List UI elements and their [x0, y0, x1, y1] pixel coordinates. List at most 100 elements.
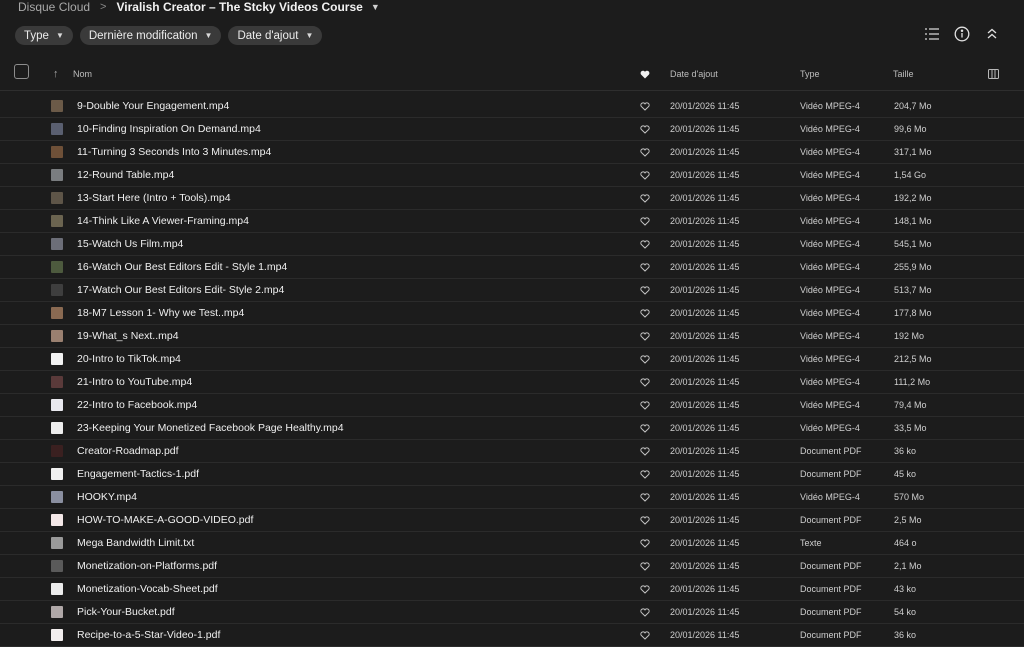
file-date-added: 20/01/2026 11:45: [670, 607, 740, 617]
file-row[interactable]: Pick-Your-Bucket.pdf 20/01/2026 11:45 Docu…: [0, 601, 1024, 624]
heart-icon[interactable]: [640, 210, 650, 232]
breadcrumb-current[interactable]: Viralish Creator – The Stcky Videos Cour…: [116, 0, 362, 14]
heart-icon[interactable]: [640, 486, 650, 508]
file-row[interactable]: 14-Think Like A Viewer-Framing.mp4 20/01/…: [0, 210, 1024, 233]
filter-label: Dernière modification: [88, 29, 198, 42]
file-row[interactable]: 10-Finding Inspiration On Demand.mp4 20/0…: [0, 118, 1024, 141]
info-icon[interactable]: [954, 26, 970, 42]
file-row[interactable]: 18-M7 Lesson 1- Why we Test..mp4 20/01/20…: [0, 302, 1024, 325]
heart-icon[interactable]: [640, 256, 650, 278]
favorite-header-icon[interactable]: [640, 62, 650, 86]
file-row[interactable]: 19-What_s Next..mp4 20/01/2026 11:45 Vidéo…: [0, 325, 1024, 348]
file-name[interactable]: Recipe-to-a-5-Star-Video-1.pdf: [77, 624, 220, 646]
heart-icon[interactable]: [640, 118, 650, 140]
file-date-added: 20/01/2026 11:45: [670, 124, 740, 134]
file-thumbnail: [51, 422, 63, 434]
file-name[interactable]: 12-Round Table.mp4: [77, 164, 174, 186]
filter-type[interactable]: Type ▼: [15, 26, 73, 45]
file-thumbnail: [51, 169, 63, 181]
file-size: 79,4 Mo: [894, 400, 927, 410]
select-all-checkbox[interactable]: [14, 64, 29, 79]
file-row[interactable]: Recipe-to-a-5-Star-Video-1.pdf 20/01/2026…: [0, 624, 1024, 647]
sort-ascending-icon[interactable]: ↑: [53, 62, 59, 86]
file-row[interactable]: HOW-TO-MAKE-A-GOOD-VIDEO.pdf 20/01/2026 1…: [0, 509, 1024, 532]
heart-icon[interactable]: [640, 348, 650, 370]
file-name[interactable]: Engagement-Tactics-1.pdf: [77, 463, 199, 485]
file-name[interactable]: 17-Watch Our Best Editors Edit- Style 2.…: [77, 279, 284, 301]
column-header-type[interactable]: Type: [800, 62, 820, 86]
column-header-size[interactable]: Taille: [893, 62, 914, 86]
file-name[interactable]: 10-Finding Inspiration On Demand.mp4: [77, 118, 261, 140]
column-header-date[interactable]: Date d'ajout: [670, 62, 718, 86]
file-thumbnail: [51, 238, 63, 250]
file-name[interactable]: 16-Watch Our Best Editors Edit - Style 1…: [77, 256, 287, 278]
heart-icon[interactable]: [640, 371, 650, 393]
file-type: Vidéo MPEG-4: [800, 400, 860, 410]
file-row[interactable]: Monetization-Vocab-Sheet.pdf 20/01/2026 1…: [0, 578, 1024, 601]
file-name[interactable]: HOW-TO-MAKE-A-GOOD-VIDEO.pdf: [77, 509, 253, 531]
file-name[interactable]: 11-Turning 3 Seconds Into 3 Minutes.mp4: [77, 141, 271, 163]
heart-icon[interactable]: [640, 325, 650, 347]
file-name[interactable]: Pick-Your-Bucket.pdf: [77, 601, 175, 623]
heart-icon[interactable]: [640, 95, 650, 117]
file-name[interactable]: 13-Start Here (Intro + Tools).mp4: [77, 187, 231, 209]
heart-icon[interactable]: [640, 463, 650, 485]
file-row[interactable]: Engagement-Tactics-1.pdf 20/01/2026 11:45…: [0, 463, 1024, 486]
file-name[interactable]: 20-Intro to TikTok.mp4: [77, 348, 181, 370]
file-row[interactable]: 22-Intro to Facebook.mp4 20/01/2026 11:45…: [0, 394, 1024, 417]
file-name[interactable]: Mega Bandwidth Limit.txt: [77, 532, 194, 554]
file-name[interactable]: 14-Think Like A Viewer-Framing.mp4: [77, 210, 249, 232]
heart-icon[interactable]: [640, 578, 650, 600]
heart-icon[interactable]: [640, 233, 650, 255]
file-name[interactable]: 23-Keeping Your Monetized Facebook Page …: [77, 417, 344, 439]
columns-settings-icon[interactable]: [988, 62, 999, 86]
file-name[interactable]: Creator-Roadmap.pdf: [77, 440, 179, 462]
heart-icon[interactable]: [640, 555, 650, 577]
heart-icon[interactable]: [640, 532, 650, 554]
file-name[interactable]: 18-M7 Lesson 1- Why we Test..mp4: [77, 302, 244, 324]
file-thumbnail: [51, 468, 63, 480]
file-row[interactable]: 15-Watch Us Film.mp4 20/01/2026 11:45 Vidé…: [0, 233, 1024, 256]
file-row[interactable]: 11-Turning 3 Seconds Into 3 Minutes.mp4 2…: [0, 141, 1024, 164]
file-type: Vidéo MPEG-4: [800, 124, 860, 134]
heart-icon[interactable]: [640, 187, 650, 209]
heart-icon[interactable]: [640, 624, 650, 646]
file-row[interactable]: HOOKY.mp4 20/01/2026 11:45 Vidéo MPEG-4 570…: [0, 486, 1024, 509]
heart-icon[interactable]: [640, 279, 650, 301]
filter-date-added[interactable]: Date d'ajout ▼: [228, 26, 323, 45]
file-name[interactable]: 21-Intro to YouTube.mp4: [77, 371, 192, 393]
heart-icon[interactable]: [640, 440, 650, 462]
heart-icon[interactable]: [640, 601, 650, 623]
file-thumbnail: [51, 215, 63, 227]
file-name[interactable]: Monetization-Vocab-Sheet.pdf: [77, 578, 218, 600]
file-row[interactable]: 16-Watch Our Best Editors Edit - Style 1…: [0, 256, 1024, 279]
filter-last-modified[interactable]: Dernière modification ▼: [79, 26, 222, 45]
heart-icon[interactable]: [640, 141, 650, 163]
breadcrumb-root[interactable]: Disque Cloud: [18, 0, 90, 14]
file-name[interactable]: 22-Intro to Facebook.mp4: [77, 394, 197, 416]
file-row[interactable]: 17-Watch Our Best Editors Edit- Style 2.…: [0, 279, 1024, 302]
heart-icon[interactable]: [640, 394, 650, 416]
file-row[interactable]: Monetization-on-Platforms.pdf 20/01/2026 …: [0, 555, 1024, 578]
file-name[interactable]: HOOKY.mp4: [77, 486, 137, 508]
file-row[interactable]: 12-Round Table.mp4 20/01/2026 11:45 Vidéo …: [0, 164, 1024, 187]
file-name[interactable]: Monetization-on-Platforms.pdf: [77, 555, 217, 577]
file-name[interactable]: 19-What_s Next..mp4: [77, 325, 179, 347]
column-header-name[interactable]: Nom: [73, 62, 92, 86]
file-name[interactable]: 9-Double Your Engagement.mp4: [77, 95, 229, 117]
chevron-down-icon[interactable]: ▼: [371, 2, 380, 12]
list-view-icon[interactable]: [924, 26, 940, 42]
collapse-icon[interactable]: [984, 26, 1000, 42]
file-row[interactable]: 23-Keeping Your Monetized Facebook Page …: [0, 417, 1024, 440]
heart-icon[interactable]: [640, 417, 650, 439]
heart-icon[interactable]: [640, 302, 650, 324]
file-row[interactable]: 13-Start Here (Intro + Tools).mp4 20/01/2…: [0, 187, 1024, 210]
file-name[interactable]: 15-Watch Us Film.mp4: [77, 233, 183, 255]
file-row[interactable]: 21-Intro to YouTube.mp4 20/01/2026 11:45 V…: [0, 371, 1024, 394]
file-row[interactable]: Mega Bandwidth Limit.txt 20/01/2026 11:45…: [0, 532, 1024, 555]
file-row[interactable]: Creator-Roadmap.pdf 20/01/2026 11:45 Docum…: [0, 440, 1024, 463]
file-row[interactable]: 9-Double Your Engagement.mp4 20/01/2026 1…: [0, 95, 1024, 118]
file-row[interactable]: 20-Intro to TikTok.mp4 20/01/2026 11:45 Vi…: [0, 348, 1024, 371]
heart-icon[interactable]: [640, 164, 650, 186]
heart-icon[interactable]: [640, 509, 650, 531]
